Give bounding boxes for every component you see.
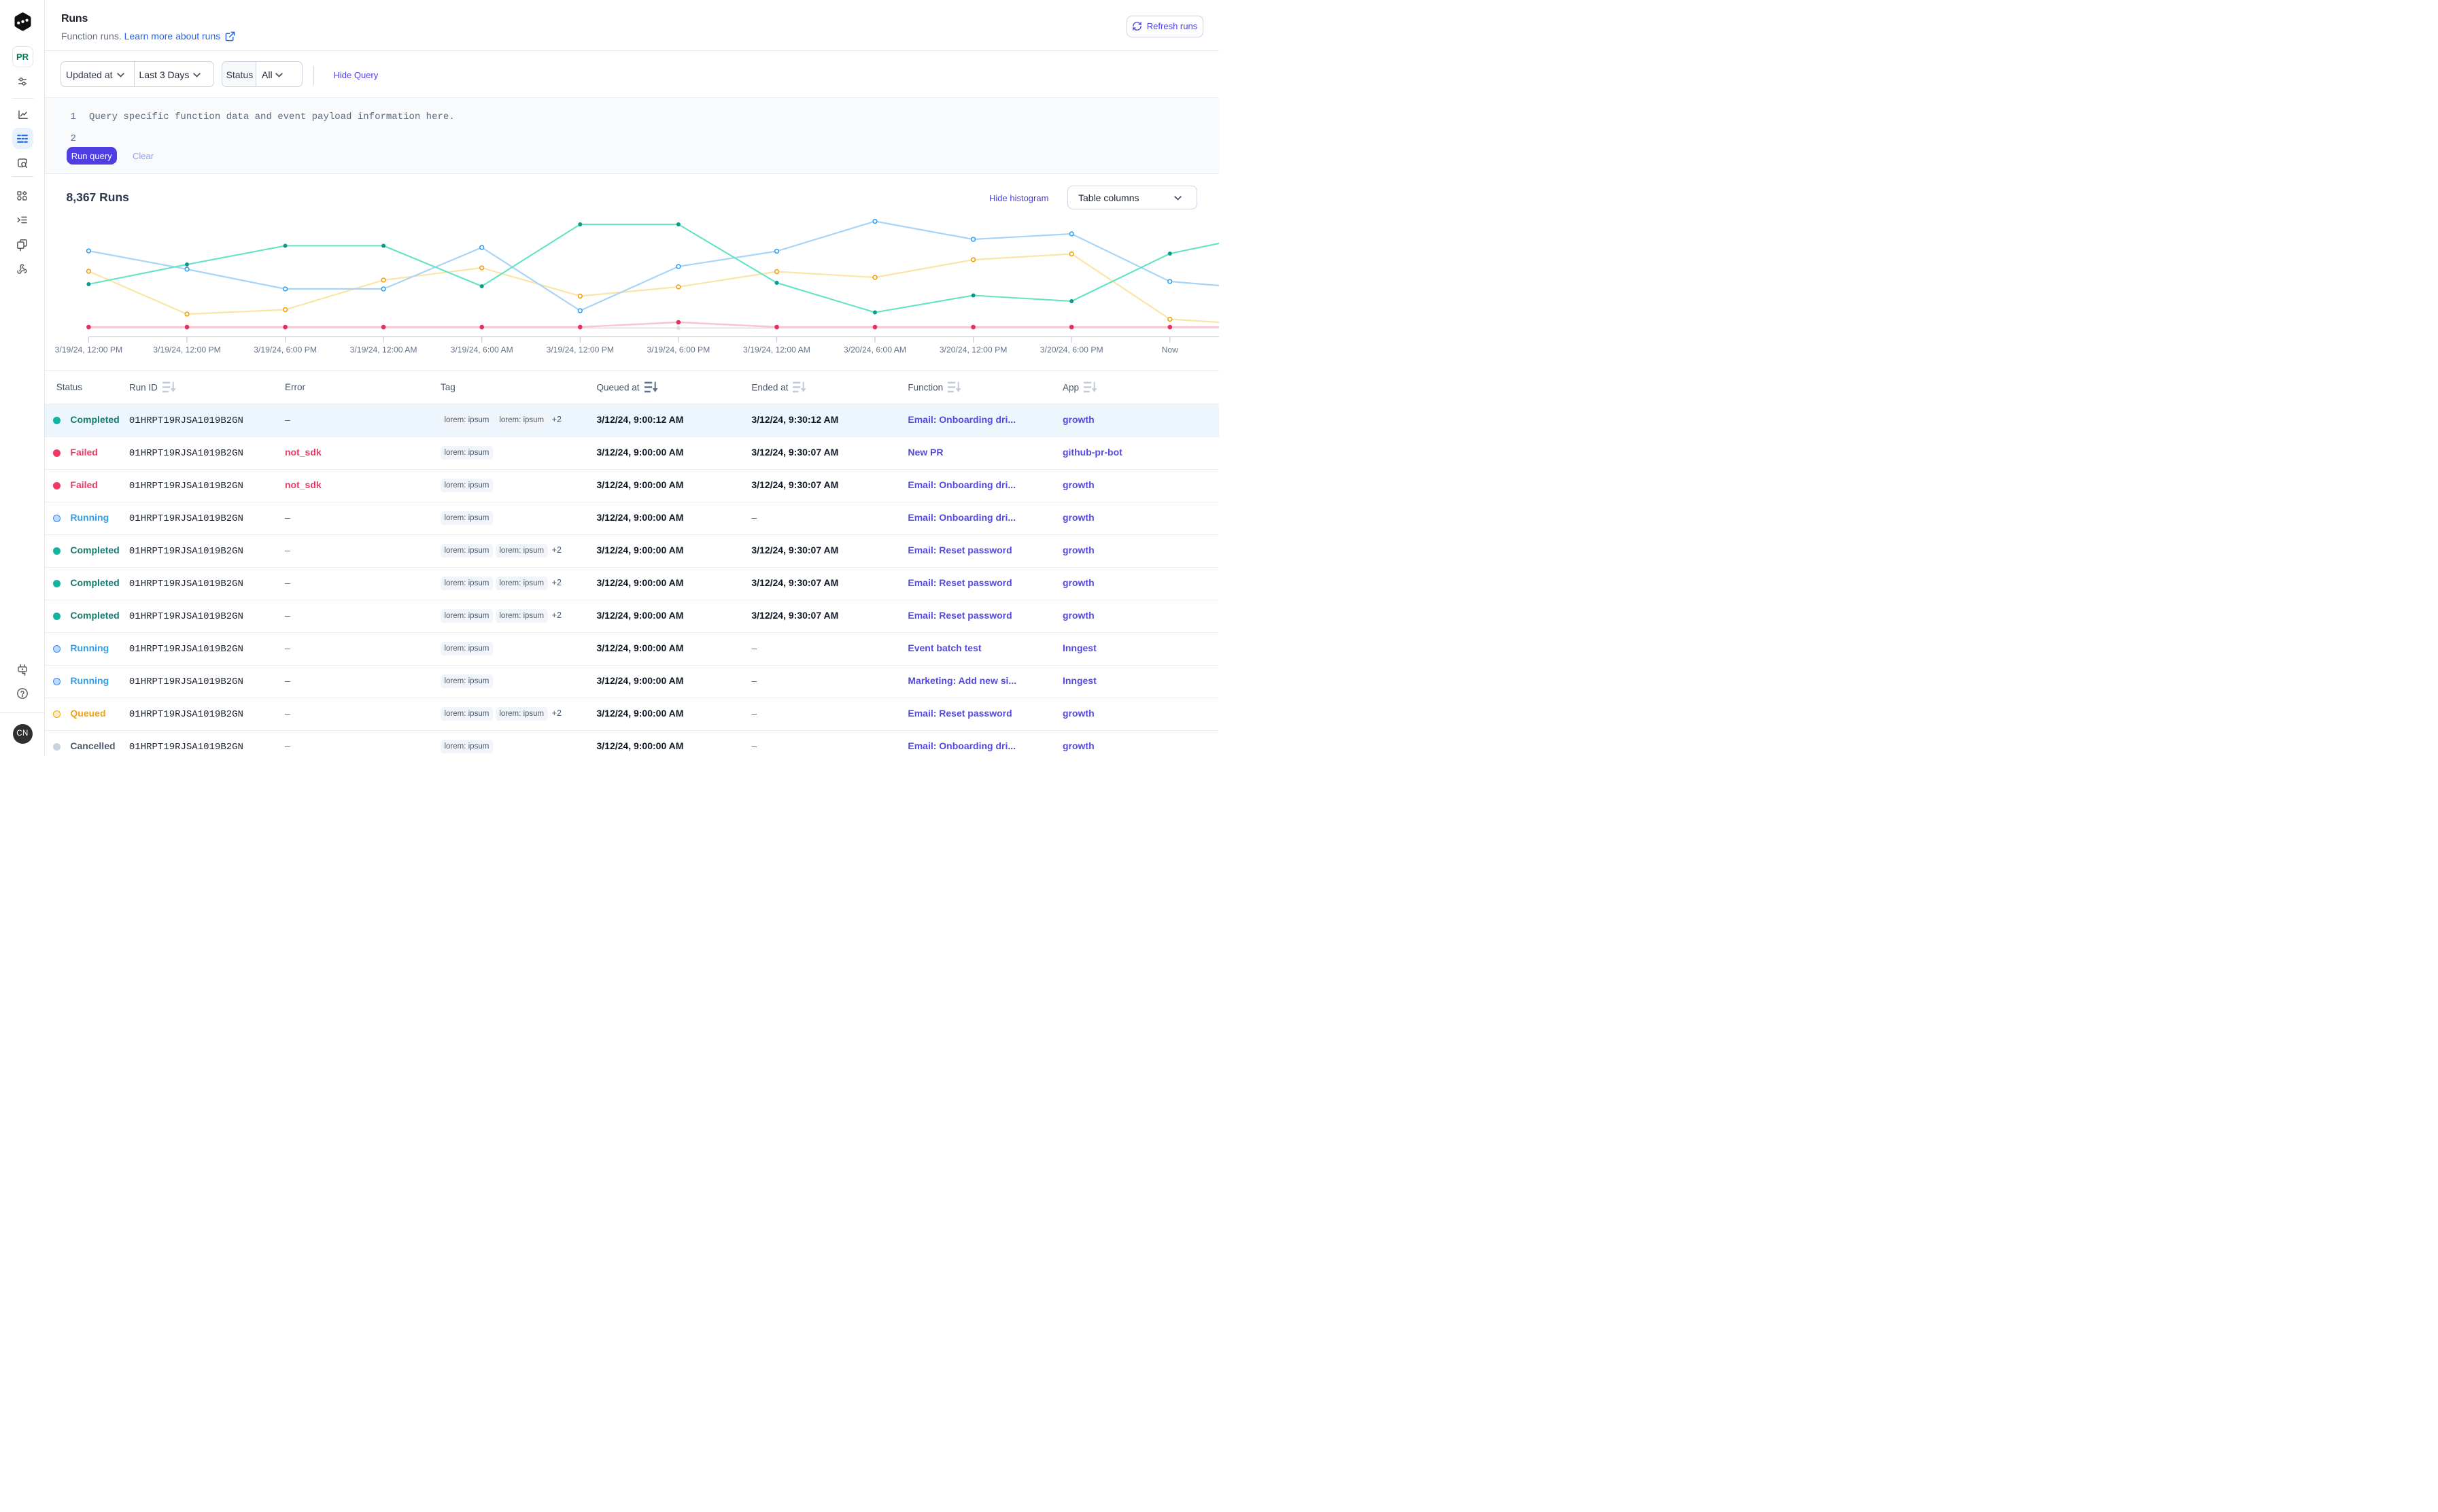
- svg-text:3/19/24, 6:00 PM: 3/19/24, 6:00 PM: [254, 345, 317, 355]
- svg-text:3/20/24, 6:00 AM: 3/20/24, 6:00 AM: [844, 345, 906, 355]
- svg-text:3/19/24, 6:00 PM: 3/19/24, 6:00 PM: [647, 345, 710, 355]
- svg-text:3/20/24, 12:00 PM: 3/20/24, 12:00 PM: [940, 345, 1008, 355]
- svg-text:3/19/24, 12:00 PM: 3/19/24, 12:00 PM: [153, 345, 221, 355]
- svg-text:3/19/24, 6:00 AM: 3/19/24, 6:00 AM: [451, 345, 513, 355]
- svg-text:3/20/24, 6:00 PM: 3/20/24, 6:00 PM: [1040, 345, 1103, 355]
- svg-text:3/19/24, 12:00 AM: 3/19/24, 12:00 AM: [350, 345, 417, 355]
- svg-text:3/19/24, 12:00 PM: 3/19/24, 12:00 PM: [55, 345, 123, 355]
- svg-text:Now: Now: [1162, 345, 1179, 355]
- svg-text:3/19/24, 12:00 PM: 3/19/24, 12:00 PM: [546, 345, 614, 355]
- svg-text:3/19/24, 12:00 AM: 3/19/24, 12:00 AM: [743, 345, 810, 355]
